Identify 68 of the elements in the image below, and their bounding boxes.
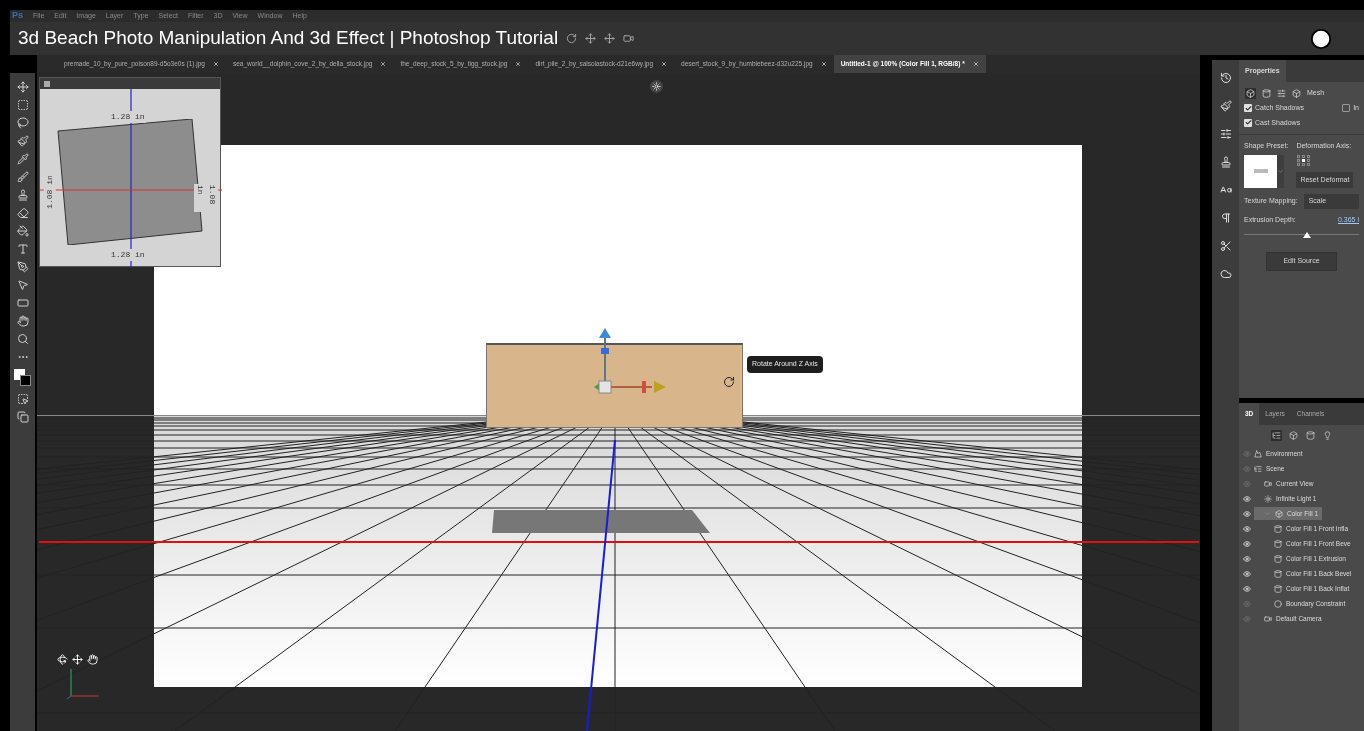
mesh-filter-icon[interactable]	[1287, 430, 1299, 441]
material-icon	[1274, 524, 1282, 533]
axis-gizmo-drawing	[594, 326, 666, 396]
dimension-label: 1.28 in	[110, 111, 146, 123]
screen-mode-icon[interactable]	[16, 411, 29, 423]
close-icon[interactable]	[972, 61, 979, 67]
shape-preset-thumbnail[interactable]	[1244, 154, 1277, 188]
axis-grid-icon[interactable]	[1297, 154, 1311, 166]
camera-icon[interactable]	[623, 33, 635, 44]
hand-icon[interactable]	[87, 654, 98, 665]
orbit-icon[interactable]	[566, 33, 578, 44]
light-icon[interactable]	[650, 80, 663, 93]
pen-icon[interactable]	[16, 261, 29, 273]
close-icon[interactable]	[515, 61, 522, 67]
scissors-icon[interactable]	[1219, 240, 1232, 252]
eyedropper-icon[interactable]	[16, 153, 29, 165]
sliders-icon[interactable]	[1219, 128, 1232, 140]
material-filter-icon[interactable]	[1304, 430, 1316, 441]
move-icon[interactable]	[72, 654, 83, 665]
camera-icon	[1264, 479, 1272, 488]
dimension-label: 1.08 in	[43, 174, 56, 210]
scene-icon	[1254, 464, 1262, 473]
close-icon[interactable]	[661, 61, 668, 67]
paint-bucket-icon[interactable]	[16, 225, 29, 237]
constraint-icon	[1274, 599, 1282, 608]
zoom-icon[interactable]	[16, 333, 29, 345]
extrusion-slider[interactable]	[1244, 231, 1359, 238]
rotate-icon[interactable]	[723, 376, 735, 388]
eraser-icon[interactable]	[16, 207, 29, 219]
stamp-icon[interactable]	[16, 189, 29, 201]
cloud-icon[interactable]	[1219, 268, 1232, 280]
close-icon[interactable]	[380, 61, 387, 67]
dimension-label: 1.28 in	[110, 249, 146, 261]
video-title: 3d Beach Photo Manipulation And 3d Effect | Photoshop Tutorial	[18, 26, 559, 51]
color-swatches-icon[interactable]	[13, 369, 32, 387]
checkbox[interactable]	[1244, 118, 1252, 127]
mesh-icon	[1275, 509, 1283, 518]
material-icon	[1274, 584, 1282, 593]
rectangle-icon[interactable]	[16, 297, 29, 309]
material-icon	[1274, 539, 1282, 548]
history-icon[interactable]	[1219, 72, 1232, 84]
material-icon	[1274, 569, 1282, 578]
checkbox[interactable]	[1342, 104, 1351, 113]
material-icon	[1274, 554, 1282, 563]
axis-indicator-drawing	[67, 669, 101, 699]
brush-icon[interactable]	[16, 171, 29, 183]
lasso-icon[interactable]	[16, 117, 29, 129]
hand-icon[interactable]	[16, 315, 29, 327]
stamp-icon[interactable]	[1219, 156, 1232, 168]
camera-icon	[1264, 614, 1272, 623]
close-icon[interactable]	[212, 61, 219, 67]
mesh-icon[interactable]	[1245, 87, 1256, 99]
light-icon	[1264, 494, 1272, 503]
brushes-icon[interactable]	[1219, 100, 1232, 112]
marquee-icon[interactable]	[16, 99, 29, 111]
environment-icon	[1254, 449, 1262, 458]
scene-filter-icon[interactable]	[1270, 430, 1282, 441]
close-icon[interactable]	[820, 61, 827, 67]
checkbox[interactable]	[1244, 104, 1252, 113]
clock-icon[interactable]	[1310, 27, 1332, 50]
paragraph-icon[interactable]	[1219, 212, 1232, 224]
dimension-label: 1.08 in	[194, 184, 218, 212]
quick-mask-icon[interactable]	[16, 393, 29, 405]
pointer-icon[interactable]	[16, 279, 29, 291]
rotate-3d-icon[interactable]	[57, 654, 68, 665]
character-icon[interactable]	[1219, 184, 1232, 196]
type-icon[interactable]	[16, 243, 29, 255]
move-icon[interactable]	[16, 81, 29, 93]
